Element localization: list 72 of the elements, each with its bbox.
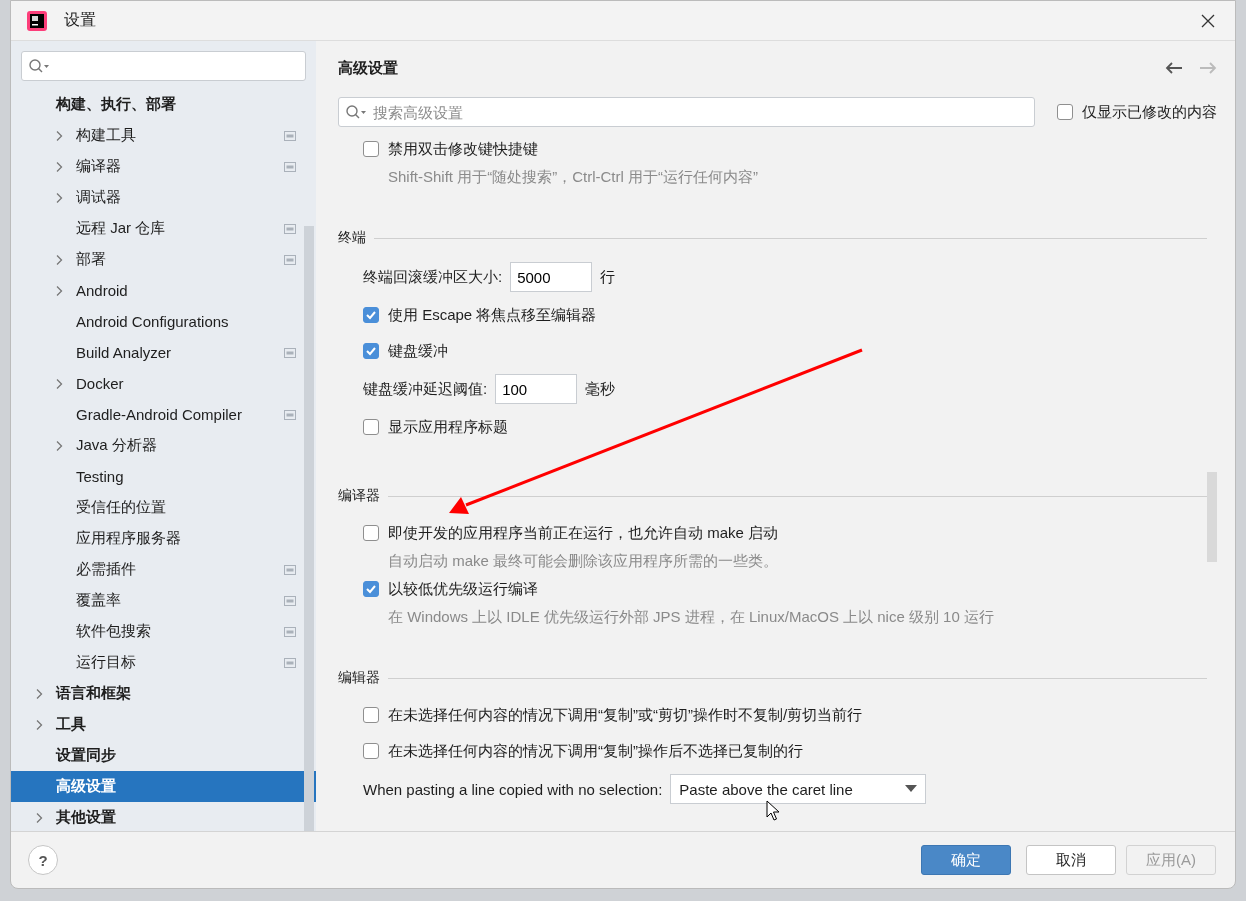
checkbox[interactable] <box>363 743 379 759</box>
unit-label: 行 <box>600 267 616 287</box>
tree-item[interactable]: 语言和框架 <box>11 678 316 709</box>
checkbox[interactable] <box>363 525 379 541</box>
checkbox-label: 仅显示已修改的内容 <box>1082 102 1217 122</box>
section-title: 终端 <box>338 229 366 247</box>
checkbox-label: 键盘缓冲 <box>388 341 448 361</box>
page-title: 高级设置 <box>338 58 398 78</box>
number-field[interactable]: 100 <box>495 374 578 404</box>
section-title: 编辑器 <box>338 669 380 687</box>
tree-item[interactable]: 应用程序服务器 <box>11 523 316 554</box>
tree-item[interactable]: 调试器 <box>11 182 316 213</box>
tree-item[interactable]: 工具 <box>11 709 316 740</box>
checkbox[interactable] <box>1057 104 1073 120</box>
tree-item[interactable]: 编译器 <box>11 151 316 182</box>
scrollbar[interactable] <box>304 226 314 831</box>
caret-icon <box>905 785 918 793</box>
tree-item[interactable]: 设置同步 <box>11 740 316 771</box>
search-field[interactable] <box>21 51 306 81</box>
checkbox[interactable] <box>363 141 379 157</box>
checkbox-label: 在未选择任何内容的情况下调用“复制”操作后不选择已复制的行 <box>388 741 803 761</box>
back-icon[interactable] <box>1165 61 1183 75</box>
tree-item[interactable]: Android Configurations <box>11 306 316 337</box>
tree-item[interactable]: 覆盖率 <box>11 585 316 616</box>
section-title: 编译器 <box>338 487 380 505</box>
tree-item[interactable]: 构建、执行、部署 <box>11 89 316 120</box>
checkbox-label: 显示应用程序标题 <box>388 417 508 437</box>
checkbox[interactable] <box>363 307 379 323</box>
checkbox-label: 禁用双击修改键快捷键 <box>388 139 538 159</box>
app-logo-icon <box>26 9 48 32</box>
unit-label: 毫秒 <box>585 379 616 399</box>
checkbox[interactable] <box>363 343 379 359</box>
checkbox-label: 使用 Escape 将焦点移至编辑器 <box>388 305 597 325</box>
tree-item[interactable]: Build Analyzer <box>11 337 316 368</box>
search-field[interactable]: 搜索高级设置 <box>338 97 1035 127</box>
hint-text: Shift-Shift 用于“随处搜索”，Ctrl-Ctrl 用于“运行任何内容” <box>387 167 759 187</box>
hint-text: 在 Windows 上以 IDLE 优先级运行外部 JPS 进程，在 Linux/MacOS 上以 nice 级别 10 运行 <box>387 607 995 627</box>
checkbox[interactable] <box>363 419 379 435</box>
tree-item[interactable]: 构建工具 <box>11 120 316 151</box>
search-icon <box>345 104 367 120</box>
tree-item[interactable]: 部署 <box>11 244 316 275</box>
scrollbar[interactable] <box>1207 472 1217 562</box>
checkbox-label: 在未选择任何内容的情况下调用“复制”或“剪切”操作时不复制/剪切当前行 <box>388 705 863 725</box>
tree-item[interactable]: 其他设置 <box>11 802 316 833</box>
checkbox-label: 即使开发的应用程序当前正在运行，也允许自动 make 启动 <box>388 523 778 543</box>
field-label: When pasting a line copied with no selection: <box>363 780 663 798</box>
tree-item[interactable]: 必需插件 <box>11 554 316 585</box>
mouse-pointer-icon <box>766 800 780 822</box>
field-label: 键盘缓冲延迟阈值: <box>363 379 488 399</box>
search-icon <box>28 58 50 74</box>
dropdown[interactable]: Paste above the caret line <box>670 774 927 804</box>
field-label: 终端回滚缓冲区大小: <box>363 267 503 287</box>
tree-item[interactable]: Java 分析器 <box>11 430 316 461</box>
window-title: 设置 <box>64 10 96 30</box>
tree-item[interactable]: Testing <box>11 461 316 492</box>
checkbox-label: 以较低优先级运行编译 <box>388 579 538 599</box>
help-button[interactable]: ? <box>28 845 58 875</box>
dialog-button[interactable]: 取消 <box>1026 845 1116 875</box>
tree-item[interactable]: Docker <box>11 368 316 399</box>
tree-item[interactable]: 远程 Jar 仓库 <box>11 213 316 244</box>
tree-item[interactable]: Android <box>11 275 316 306</box>
tree-item[interactable]: 受信任的位置 <box>11 492 316 523</box>
checkbox[interactable] <box>363 581 379 597</box>
checkbox[interactable] <box>363 707 379 723</box>
tree-item[interactable]: Gradle-Android Compiler <box>11 399 316 430</box>
tree-item[interactable]: 软件包搜索 <box>11 616 316 647</box>
close-icon[interactable] <box>1201 13 1215 28</box>
number-field[interactable]: 5000 <box>510 262 593 292</box>
hint-text: 自动启动 make 最终可能会删除该应用程序所需的一些类。 <box>387 551 779 571</box>
tree-item[interactable]: 运行目标 <box>11 647 316 678</box>
dialog-button[interactable]: 确定 <box>921 845 1011 875</box>
tree-item[interactable]: 高级设置 <box>11 771 316 802</box>
